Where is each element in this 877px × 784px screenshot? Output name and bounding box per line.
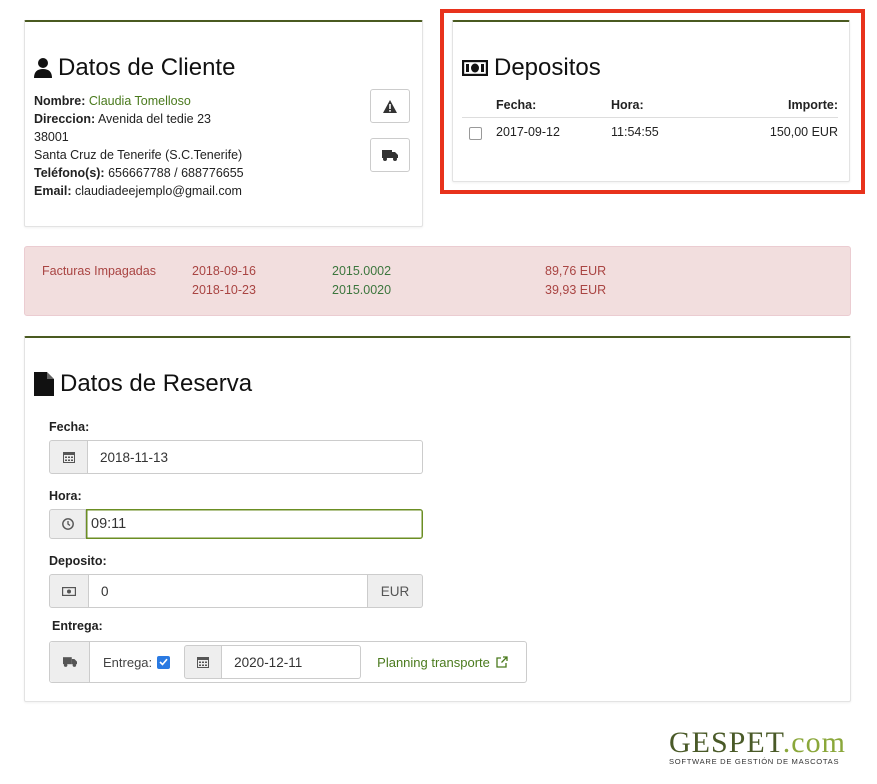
email-value: claudiadeejemplo@gmail.com bbox=[75, 184, 242, 198]
calendar-icon bbox=[197, 657, 210, 668]
truck-icon bbox=[62, 657, 77, 667]
eur-addon: EUR bbox=[368, 574, 423, 608]
invoice-amount: 89,76 EUR bbox=[545, 264, 607, 278]
planning-link-text: Planning transporte bbox=[377, 654, 490, 670]
calendar-addon bbox=[184, 645, 223, 679]
logo-suffix: .com bbox=[782, 726, 846, 759]
ciudad-value: Santa Cruz de Tenerife (S.C.Tenerife) bbox=[34, 148, 243, 162]
hora-input-group: 09:11 bbox=[49, 509, 423, 539]
clock-addon bbox=[49, 509, 86, 539]
deposito-field[interactable]: 0 bbox=[89, 574, 368, 608]
telefono-value: 656667788 / 688776655 bbox=[108, 166, 244, 180]
hora-label: Hora: bbox=[49, 489, 82, 503]
invoice-amount: 39,93 EUR bbox=[545, 283, 607, 297]
telefono-label: Teléfono(s): bbox=[34, 166, 105, 180]
direccion-value: Avenida del tedie 23 bbox=[97, 112, 211, 126]
direccion-label: Direccion: bbox=[34, 112, 96, 126]
fecha-label: Fecha: bbox=[49, 420, 90, 434]
entrega-check-label: Entrega: bbox=[103, 654, 153, 670]
reserva-title: Datos de Reserva bbox=[34, 370, 252, 398]
invoice-date: 2018-09-16 bbox=[192, 264, 256, 278]
client-title-text: Datos de Cliente bbox=[58, 54, 236, 81]
warning-button[interactable] bbox=[370, 89, 410, 123]
deposito-input-group: 0 EUR bbox=[49, 574, 423, 608]
invoice-number: 2015.0020 bbox=[332, 283, 392, 297]
deposito-label: Deposito: bbox=[49, 554, 107, 568]
truck-addon bbox=[50, 642, 90, 682]
cp-value: 38001 bbox=[34, 130, 69, 144]
user-icon bbox=[34, 58, 52, 78]
unpaid-label: Facturas Impagadas bbox=[42, 264, 156, 278]
highlight-frame bbox=[440, 9, 865, 194]
entrega-label: Entrega: bbox=[52, 619, 103, 633]
logo-name: GESPET bbox=[669, 726, 783, 759]
hora-field[interactable]: 09:11 bbox=[86, 509, 423, 539]
file-icon bbox=[34, 372, 54, 396]
client-panel: Datos de Cliente Nombre: Claudia Tomello… bbox=[24, 20, 423, 227]
money-addon bbox=[49, 574, 89, 608]
invoice-date: 2018-10-23 bbox=[192, 283, 256, 297]
planning-transporte-link[interactable]: Planning transporte bbox=[377, 655, 508, 670]
client-title: Datos de Cliente bbox=[34, 54, 235, 82]
truck-icon bbox=[382, 149, 398, 161]
invoice-number: 2015.0002 bbox=[332, 264, 392, 278]
reserva-panel: Datos de Reserva Fecha: 2018-11-13 Hora:… bbox=[24, 336, 851, 702]
fecha-input-group: 2018-11-13 bbox=[49, 440, 423, 474]
logo-tagline: SOFTWARE DE GESTIÓN DE MASCOTAS bbox=[669, 757, 840, 766]
entrega-checkbox[interactable] bbox=[157, 655, 171, 669]
reserva-title-text: Datos de Reserva bbox=[60, 370, 253, 397]
gespet-logo: GESPET.com SOFTWARE DE GESTIÓN DE MASCOT… bbox=[669, 726, 854, 776]
transport-button[interactable] bbox=[370, 138, 410, 172]
nombre-label: Nombre: bbox=[34, 94, 86, 108]
external-link-icon bbox=[496, 656, 508, 668]
client-info: Nombre: Claudia Tomelloso Direccion: Ave… bbox=[34, 92, 244, 200]
entrega-fecha-field[interactable]: 2020-12-11 bbox=[222, 645, 362, 679]
fecha-field[interactable]: 2018-11-13 bbox=[88, 440, 423, 474]
check-icon bbox=[159, 658, 168, 666]
unpaid-invoices-alert: Facturas Impagadas 2018-09-16 2015.0002 … bbox=[24, 246, 851, 316]
entrega-input-group: Entrega: 2020-12-11 Planning transporte bbox=[49, 641, 527, 683]
money-icon bbox=[62, 586, 76, 596]
client-name-link[interactable]: Claudia Tomelloso bbox=[89, 94, 191, 108]
clock-icon bbox=[61, 518, 74, 530]
calendar-icon bbox=[62, 452, 75, 463]
calendar-addon bbox=[49, 440, 88, 474]
email-label: Email: bbox=[34, 184, 72, 198]
warning-icon bbox=[383, 99, 397, 113]
